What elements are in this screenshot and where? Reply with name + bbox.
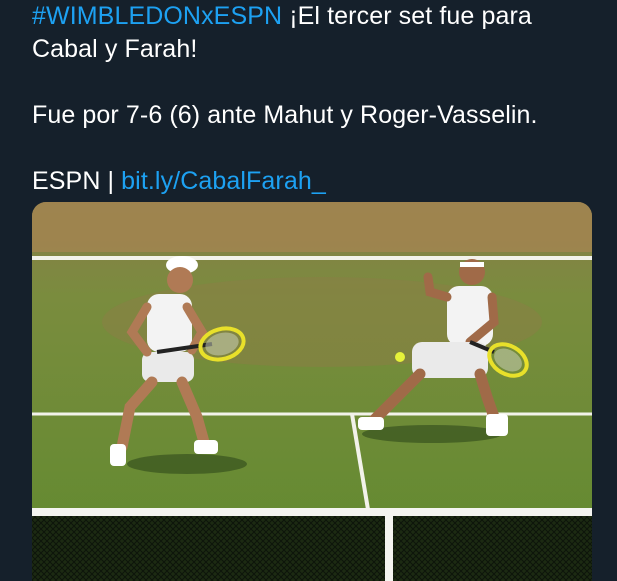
tweet-line-1-text: ¡El tercer set fue para — [282, 2, 532, 30]
tweet-photo[interactable] — [32, 202, 592, 581]
tennis-net — [32, 508, 592, 581]
tweet-text: #WIMBLEDONxESPN ¡El tercer set fue para … — [32, 0, 602, 198]
hashtag-link[interactable]: #WIMBLEDONxESPN — [32, 2, 282, 30]
source-label: ESPN | — [32, 167, 122, 195]
tweet-paragraph-3: ESPN | bit.ly/CabalFarah_ — [32, 165, 602, 198]
tweet-line-2-text: Cabal y Farah! — [32, 35, 198, 63]
court-worn-area — [32, 202, 592, 252]
tennis-ball — [395, 352, 405, 362]
tennis-court-photo-icon — [32, 202, 592, 581]
tweet-paragraph-1: #WIMBLEDONxESPN ¡El tercer set fue para … — [32, 0, 602, 66]
tweet-paragraph-2: Fue por 7-6 (6) ante Mahut y Roger-Vasse… — [32, 101, 538, 129]
short-url-link[interactable]: bit.ly/CabalFarah_ — [121, 167, 326, 195]
